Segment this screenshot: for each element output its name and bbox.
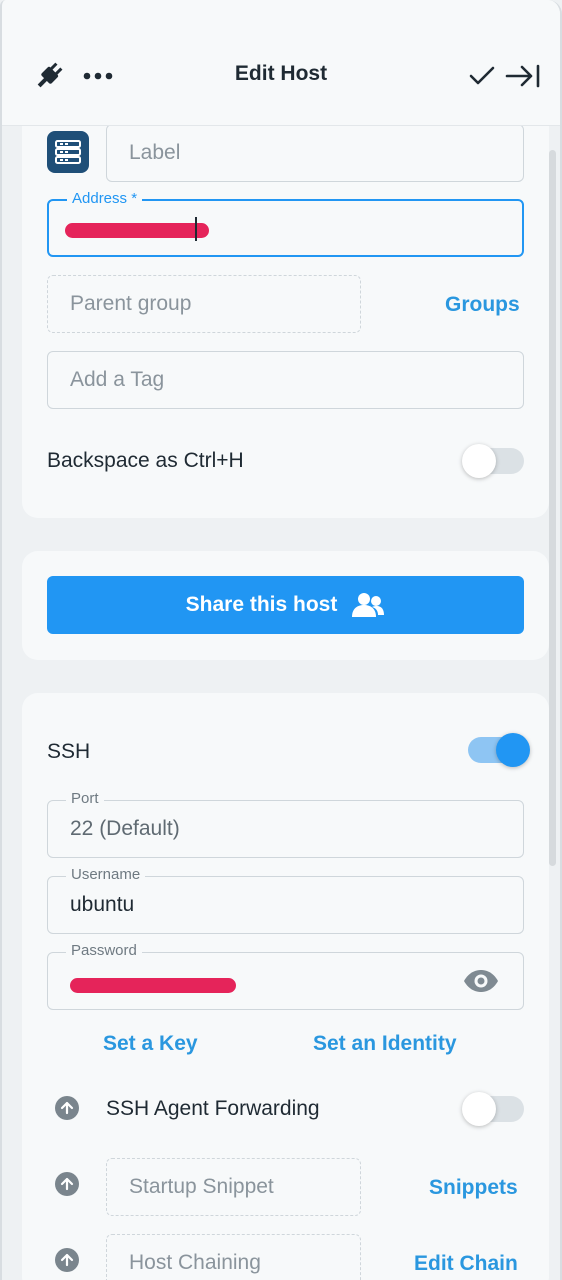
port-field[interactable]: Port 22 (Default) (47, 790, 524, 858)
address-label: Address * (67, 190, 143, 207)
set-identity-link[interactable]: Set an Identity (313, 1032, 457, 1056)
share-card: Share this host (22, 551, 549, 660)
text-cursor (195, 217, 197, 241)
agent-forwarding-toggle[interactable] (462, 1092, 524, 1126)
share-host-button[interactable]: Share this host (47, 576, 524, 634)
host-chaining-placeholder: Host Chaining (129, 1251, 261, 1274)
ssh-card: SSH Port 22 (Default) Username ubuntu Pa… (22, 693, 549, 1280)
startup-snippet-field[interactable]: Startup Snippet (106, 1158, 361, 1216)
ssh-label: SSH (47, 740, 91, 763)
share-host-label: Share this host (185, 593, 338, 616)
users-icon (351, 592, 385, 618)
backspace-toggle[interactable] (462, 444, 524, 478)
set-key-link[interactable]: Set a Key (103, 1032, 198, 1056)
address-redaction (65, 223, 209, 238)
eye-icon[interactable] (462, 969, 500, 993)
edit-host-panel: Label Address * Parent group Groups Add … (0, 0, 562, 1280)
general-card: Label Address * Parent group Groups Add … (22, 100, 549, 518)
collapse-panel-icon[interactable] (504, 60, 542, 92)
host-chaining-field[interactable]: Host Chaining (106, 1234, 361, 1280)
password-redaction (70, 978, 236, 993)
toggle-knob (462, 444, 496, 478)
address-field[interactable]: Address * (47, 190, 524, 257)
username-value: ubuntu (70, 893, 135, 916)
upgrade-arrow-icon (55, 1248, 79, 1272)
upgrade-arrow-icon (55, 1096, 79, 1120)
username-field[interactable]: Username ubuntu (47, 866, 524, 934)
password-field[interactable]: Password (47, 942, 524, 1010)
edit-chain-link[interactable]: Edit Chain (414, 1252, 518, 1276)
check-icon[interactable] (466, 60, 498, 92)
server-icon[interactable] (47, 131, 89, 173)
tag-placeholder: Add a Tag (70, 368, 165, 391)
label-field[interactable]: Label (106, 124, 524, 182)
snippets-link[interactable]: Snippets (429, 1176, 518, 1200)
backspace-label: Backspace as Ctrl+H (47, 449, 244, 472)
header: Edit Host (2, 0, 560, 126)
startup-snippet-placeholder: Startup Snippet (129, 1175, 274, 1198)
agent-forwarding-label: SSH Agent Forwarding (106, 1097, 320, 1120)
upgrade-arrow-icon (55, 1172, 79, 1196)
label-placeholder: Label (129, 141, 181, 164)
port-label: Port (66, 790, 104, 807)
scrollbar[interactable] (549, 150, 556, 866)
ssh-toggle[interactable] (468, 733, 530, 767)
toggle-knob (462, 1092, 496, 1126)
toggle-knob (496, 733, 530, 767)
parent-group-placeholder: Parent group (70, 292, 192, 315)
password-label: Password (66, 942, 142, 959)
parent-group-field[interactable]: Parent group (47, 275, 361, 333)
port-value: 22 (Default) (70, 817, 180, 840)
groups-link[interactable]: Groups (445, 293, 520, 317)
username-label: Username (66, 866, 146, 883)
tag-field[interactable]: Add a Tag (47, 351, 524, 409)
